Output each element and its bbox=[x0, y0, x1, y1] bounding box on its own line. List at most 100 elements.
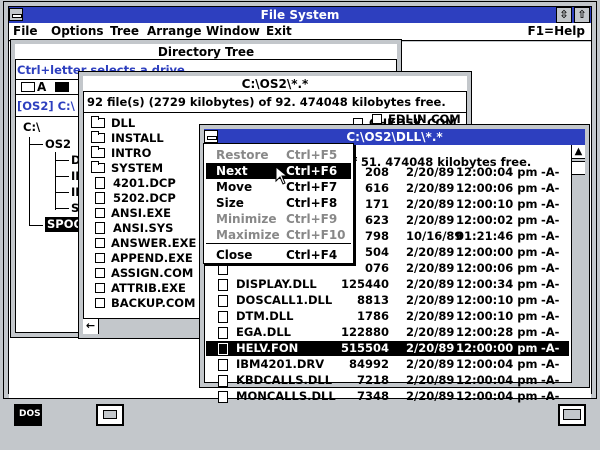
list-item[interactable]: ANSI.EXE bbox=[95, 206, 171, 221]
file-attr: -A- bbox=[541, 325, 560, 339]
menu-options[interactable]: Options bbox=[51, 24, 104, 38]
file-attr: -A- bbox=[541, 277, 560, 291]
drive-a-icon[interactable] bbox=[21, 82, 35, 92]
menu-exit[interactable]: Exit bbox=[266, 24, 292, 38]
list-item[interactable]: ATTRIB.EXE bbox=[95, 281, 186, 296]
file-name: EGA.DLL bbox=[236, 325, 291, 339]
menu-item-size[interactable]: Size Ctrl+F8 bbox=[206, 195, 351, 211]
file-name: DLL bbox=[111, 116, 136, 130]
file-attr: -A- bbox=[541, 245, 560, 259]
main-system-menu-button[interactable] bbox=[9, 8, 23, 21]
tree-item-os2[interactable]: OS2 bbox=[45, 137, 71, 152]
main-restore-button[interactable]: ⇳ bbox=[556, 7, 572, 23]
table-row[interactable]: IBM4201.DRV 84992 2/20/89 12:00:04 pm -A- bbox=[206, 357, 569, 372]
main-title-bar[interactable]: File System bbox=[9, 7, 591, 23]
menu-item-label: Move bbox=[216, 180, 253, 194]
tree-connector bbox=[29, 137, 30, 225]
file-attr: -A- bbox=[541, 261, 560, 275]
table-row[interactable]: DTM.DLL 1786 2/20/89 12:00:10 pm -A- bbox=[206, 309, 569, 324]
file-icon bbox=[218, 391, 228, 403]
file-attr: -A- bbox=[541, 389, 560, 403]
drive-a-label[interactable]: A bbox=[37, 80, 46, 94]
list-item[interactable]: ANSWER.EXE bbox=[95, 236, 196, 251]
list-item[interactable]: 5202.DCP bbox=[95, 191, 176, 206]
file-time: 12:00:10 pm bbox=[456, 293, 538, 307]
file-icon bbox=[95, 192, 105, 204]
menu-item-accelerator: Ctrl+F7 bbox=[286, 180, 338, 194]
menu-item-close[interactable]: Close Ctrl+F4 bbox=[206, 247, 351, 263]
tree-connector bbox=[55, 176, 69, 177]
dll-vscrollbar[interactable]: ▲ bbox=[571, 145, 585, 383]
list-item[interactable]: 4201.DCP bbox=[95, 176, 176, 191]
file-date: 2/20/89 bbox=[406, 277, 455, 291]
menu-separator bbox=[206, 243, 351, 244]
file-time: 12:00:10 pm bbox=[456, 197, 538, 211]
window-icon bbox=[103, 410, 117, 419]
file-date: 2/20/89 bbox=[406, 197, 455, 211]
list-item[interactable]: ANSI.SYS bbox=[95, 221, 173, 236]
dos-session-icon[interactable]: DOS bbox=[14, 404, 42, 426]
table-row[interactable]: DOSCALL1.DLL 8813 2/20/89 12:00:10 pm -A- bbox=[206, 293, 569, 308]
menu-window[interactable]: Window bbox=[206, 24, 260, 38]
menu-item-label: Minimize bbox=[216, 212, 277, 226]
help-hint[interactable]: F1=Help bbox=[528, 24, 586, 38]
file-icon bbox=[218, 263, 228, 275]
table-row[interactable]: MONCALLS.DLL 7348 2/20/89 12:00:04 pm -A- bbox=[206, 389, 569, 404]
os2-title-bar[interactable]: C:\OS2\*.* bbox=[83, 76, 467, 92]
dir-tree-title-bar[interactable]: Directory Tree bbox=[15, 44, 397, 60]
main-maximize-button[interactable]: ⇧ bbox=[574, 7, 590, 23]
scroll-thumb[interactable] bbox=[572, 161, 585, 175]
file-time: 12:00:04 pm bbox=[456, 373, 538, 387]
file-time: 12:00:28 pm bbox=[456, 325, 538, 339]
executable-icon bbox=[95, 268, 105, 278]
os2-session-icon[interactable] bbox=[96, 404, 124, 426]
table-row[interactable]: KBDCALLS.DLL 7218 2/20/89 12:00:04 pm -A- bbox=[206, 373, 569, 388]
file-size: 623 bbox=[364, 213, 389, 227]
file-name: ANSWER.EXE bbox=[111, 236, 197, 250]
file-icon bbox=[95, 177, 105, 189]
file-date: 10/16/89 bbox=[406, 229, 463, 243]
list-item[interactable]: BACKUP.COM bbox=[95, 296, 196, 311]
file-name: DTM.DLL bbox=[236, 309, 294, 323]
list-item[interactable]: DLL bbox=[91, 116, 135, 131]
menu-item-label: Size bbox=[216, 196, 244, 210]
file-date: 2/20/89 bbox=[406, 309, 455, 323]
menu-item-restore: Restore Ctrl+F5 bbox=[206, 147, 351, 163]
executable-icon bbox=[95, 208, 105, 218]
table-row[interactable]: HELV.FON 515504 2/20/89 12:00:00 pm -A- bbox=[206, 341, 569, 356]
file-date: 2/20/89 bbox=[406, 181, 455, 195]
file-icon bbox=[218, 375, 228, 387]
file-size: 076 bbox=[364, 261, 389, 275]
table-row[interactable]: EGA.DLL 122880 2/20/89 12:00:28 pm -A- bbox=[206, 325, 569, 340]
file-name: KBDCALLS.DLL bbox=[236, 373, 333, 387]
file-icon bbox=[218, 279, 228, 291]
file-name: ANSI.SYS bbox=[113, 221, 174, 235]
folder-icon bbox=[91, 161, 105, 173]
scroll-left-button[interactable]: ← bbox=[83, 319, 99, 334]
dir-tree-title: Directory Tree bbox=[157, 45, 255, 59]
list-item[interactable]: SYSTEM bbox=[91, 161, 163, 176]
tree-root-c[interactable]: C:\ bbox=[23, 120, 40, 135]
file-size: 84992 bbox=[348, 357, 389, 371]
executable-icon bbox=[95, 238, 105, 248]
file-size: 208 bbox=[364, 165, 389, 179]
menu-tree[interactable]: Tree bbox=[110, 24, 139, 38]
menu-arrange[interactable]: Arrange bbox=[147, 24, 202, 38]
list-item[interactable]: INTRO bbox=[91, 146, 151, 161]
list-item[interactable]: ASSIGN.COM bbox=[95, 266, 193, 281]
dll-system-menu-button[interactable] bbox=[204, 130, 218, 143]
menu-file[interactable]: File bbox=[13, 24, 38, 38]
main-menu-bar: File Options Tree Arrange Window Exit F1… bbox=[9, 23, 591, 41]
file-time: 12:00:10 pm bbox=[456, 309, 538, 323]
drive-c-icon[interactable] bbox=[55, 82, 69, 92]
file-name: IBM4201.DRV bbox=[236, 357, 325, 371]
file-name: ANSI.EXE bbox=[111, 206, 172, 220]
list-item[interactable]: INSTALL bbox=[91, 131, 164, 146]
task-manager-icon[interactable] bbox=[558, 404, 586, 426]
file-icon bbox=[218, 311, 228, 323]
file-attr: -A- bbox=[541, 229, 560, 243]
list-item[interactable]: APPEND.EXE bbox=[95, 251, 193, 266]
tree-connector bbox=[29, 225, 43, 226]
scroll-up-button[interactable]: ▲ bbox=[572, 145, 585, 159]
table-row[interactable]: DISPLAY.DLL 125440 2/20/89 12:00:34 pm -A- bbox=[206, 277, 569, 292]
